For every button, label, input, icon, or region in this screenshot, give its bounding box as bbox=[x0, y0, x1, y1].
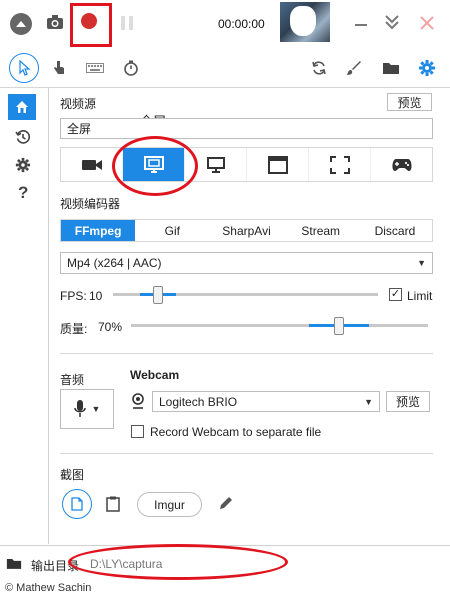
pointer-icon bbox=[19, 60, 31, 76]
video-source-preview-button[interactable]: 预览 bbox=[387, 93, 432, 111]
brush-icon[interactable] bbox=[346, 60, 362, 79]
history-icon bbox=[15, 130, 31, 144]
settings-icon bbox=[15, 157, 31, 173]
codec-select[interactable]: Mp4 (x264 | AAC) ▼ bbox=[60, 252, 433, 274]
record-timer: 00:00:00 bbox=[218, 17, 265, 31]
webcam-preview-button[interactable]: 预览 bbox=[386, 391, 430, 412]
annotation-record-box bbox=[70, 3, 112, 47]
annotation-fullscreen-oval bbox=[112, 136, 198, 196]
click-hand-icon[interactable] bbox=[52, 59, 66, 79]
fps-slider-thumb[interactable] bbox=[153, 286, 163, 304]
monitor-icon bbox=[206, 156, 225, 173]
screenshot-file-button[interactable] bbox=[62, 489, 92, 519]
limit-checkbox[interactable]: ✓ bbox=[389, 288, 402, 301]
encoder-title: 视频编码器 bbox=[60, 197, 121, 211]
help-icon: ? bbox=[18, 183, 29, 202]
pause-icon[interactable] bbox=[120, 15, 134, 34]
imgur-button[interactable]: Imgur bbox=[137, 492, 202, 517]
quality-slider[interactable] bbox=[131, 317, 428, 335]
toolbar-divider bbox=[0, 87, 450, 88]
check-icon: ✓ bbox=[390, 288, 401, 300]
file-icon bbox=[71, 497, 83, 511]
pointer-tool[interactable] bbox=[9, 53, 39, 83]
chevron-down-icon: ▼ bbox=[91, 404, 101, 414]
separate-file-label: Record Webcam to separate file bbox=[150, 425, 322, 439]
webcam-icon bbox=[81, 159, 102, 170]
expand-down-icon[interactable] bbox=[384, 14, 400, 33]
folder-icon[interactable] bbox=[6, 557, 22, 573]
keyboard-icon[interactable] bbox=[86, 62, 104, 76]
audio-title: 音频 bbox=[60, 373, 85, 387]
gamepad-icon bbox=[391, 158, 412, 171]
fps-label: FPS: bbox=[60, 289, 87, 303]
section-divider bbox=[60, 353, 433, 354]
quality-value: 70% bbox=[98, 320, 123, 334]
sidebar-item-help[interactable]: ? bbox=[18, 183, 28, 203]
section-divider bbox=[60, 453, 433, 454]
copyright: © Mathew Sachin bbox=[5, 582, 92, 594]
folder-icon[interactable] bbox=[382, 61, 400, 78]
encoder-tabs: FFmpeg Gif SharpAvi Stream Discard bbox=[60, 219, 433, 242]
tab-stream[interactable]: Stream bbox=[284, 220, 358, 241]
pencil-icon[interactable] bbox=[218, 496, 233, 514]
close-icon[interactable] bbox=[419, 15, 435, 34]
sidebar-divider bbox=[48, 88, 49, 544]
chevron-down-icon: ▼ bbox=[364, 396, 373, 407]
webcam-preview-thumbnail bbox=[280, 2, 330, 42]
quality-label: 质量: bbox=[60, 322, 88, 336]
tab-gif[interactable]: Gif bbox=[135, 220, 209, 241]
source-region[interactable] bbox=[309, 148, 371, 181]
preview-blob bbox=[290, 6, 316, 36]
chevron-down-icon: ▼ bbox=[417, 258, 426, 268]
codec-select-value: Mp4 (x264 | AAC) bbox=[67, 256, 162, 270]
quality-slider-track bbox=[131, 324, 428, 327]
webcam-title: Webcam bbox=[130, 368, 180, 382]
refresh-icon[interactable] bbox=[311, 60, 327, 79]
sidebar-item-history[interactable] bbox=[15, 129, 31, 148]
video-source-selected: 全屏 bbox=[60, 118, 433, 139]
camera-icon[interactable] bbox=[46, 14, 64, 33]
fps-value: 10 bbox=[89, 289, 103, 303]
tab-sharpavi[interactable]: SharpAvi bbox=[209, 220, 283, 241]
webcam-device-value: Logitech BRIO bbox=[159, 394, 238, 409]
sidebar-item-settings[interactable] bbox=[15, 157, 31, 176]
home-icon bbox=[16, 101, 28, 113]
video-source-title: 视频源 bbox=[60, 97, 97, 111]
minimize-icon[interactable] bbox=[353, 17, 369, 31]
collapse-icon[interactable] bbox=[10, 13, 32, 35]
window-icon bbox=[267, 155, 288, 174]
tab-ffmpeg[interactable]: FFmpeg bbox=[61, 220, 136, 241]
source-gamepad[interactable] bbox=[371, 148, 432, 181]
region-icon bbox=[329, 155, 350, 174]
separate-file-checkbox[interactable] bbox=[131, 425, 144, 438]
sidebar-item-home[interactable] bbox=[8, 94, 36, 120]
quality-slider-thumb[interactable] bbox=[334, 317, 344, 335]
screenshot-title: 截图 bbox=[60, 468, 85, 482]
settings-icon[interactable] bbox=[418, 59, 436, 80]
top-bar: 00:00:00 bbox=[0, 0, 450, 48]
timer-icon[interactable] bbox=[123, 60, 139, 79]
clipboard-icon[interactable] bbox=[106, 496, 120, 515]
fps-slider[interactable] bbox=[113, 286, 378, 304]
source-window[interactable] bbox=[247, 148, 309, 181]
webcam-device-select[interactable]: Logitech BRIO ▼ bbox=[152, 391, 380, 412]
audio-device-selector[interactable]: ▼ bbox=[60, 389, 114, 429]
microphone-icon bbox=[73, 400, 86, 417]
webcam-icon bbox=[131, 393, 145, 412]
limit-label: Limit bbox=[407, 289, 433, 303]
annotation-output-oval bbox=[68, 544, 288, 580]
tab-discard[interactable]: Discard bbox=[358, 220, 432, 241]
